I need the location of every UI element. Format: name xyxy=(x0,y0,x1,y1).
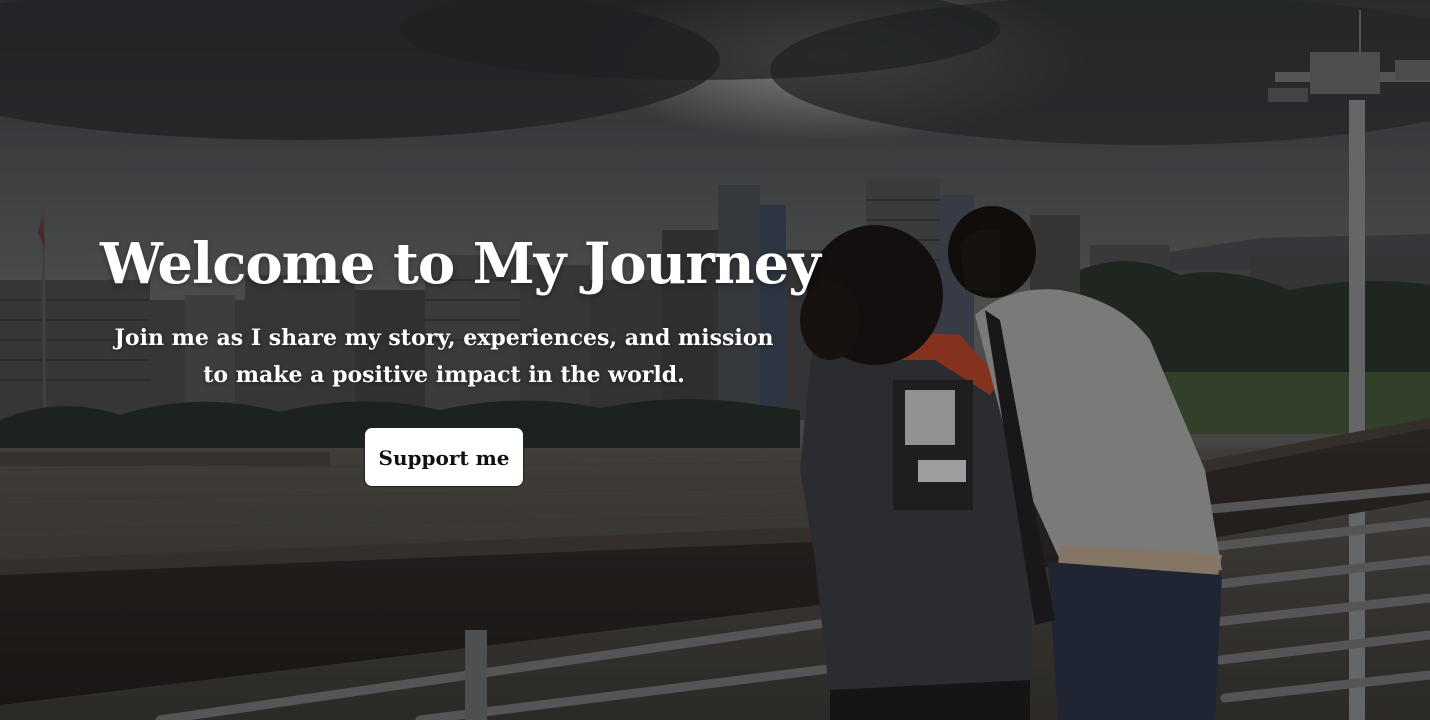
hero-section: Welcome to My Journey Join me as I share… xyxy=(0,0,1430,720)
hero-title: Welcome to My Journey xyxy=(100,231,821,297)
support-me-button[interactable]: Support me xyxy=(364,427,524,487)
hero-content: Welcome to My Journey Join me as I share… xyxy=(100,222,821,487)
hero-subtitle: Join me as I share my story, experiences… xyxy=(114,325,774,388)
